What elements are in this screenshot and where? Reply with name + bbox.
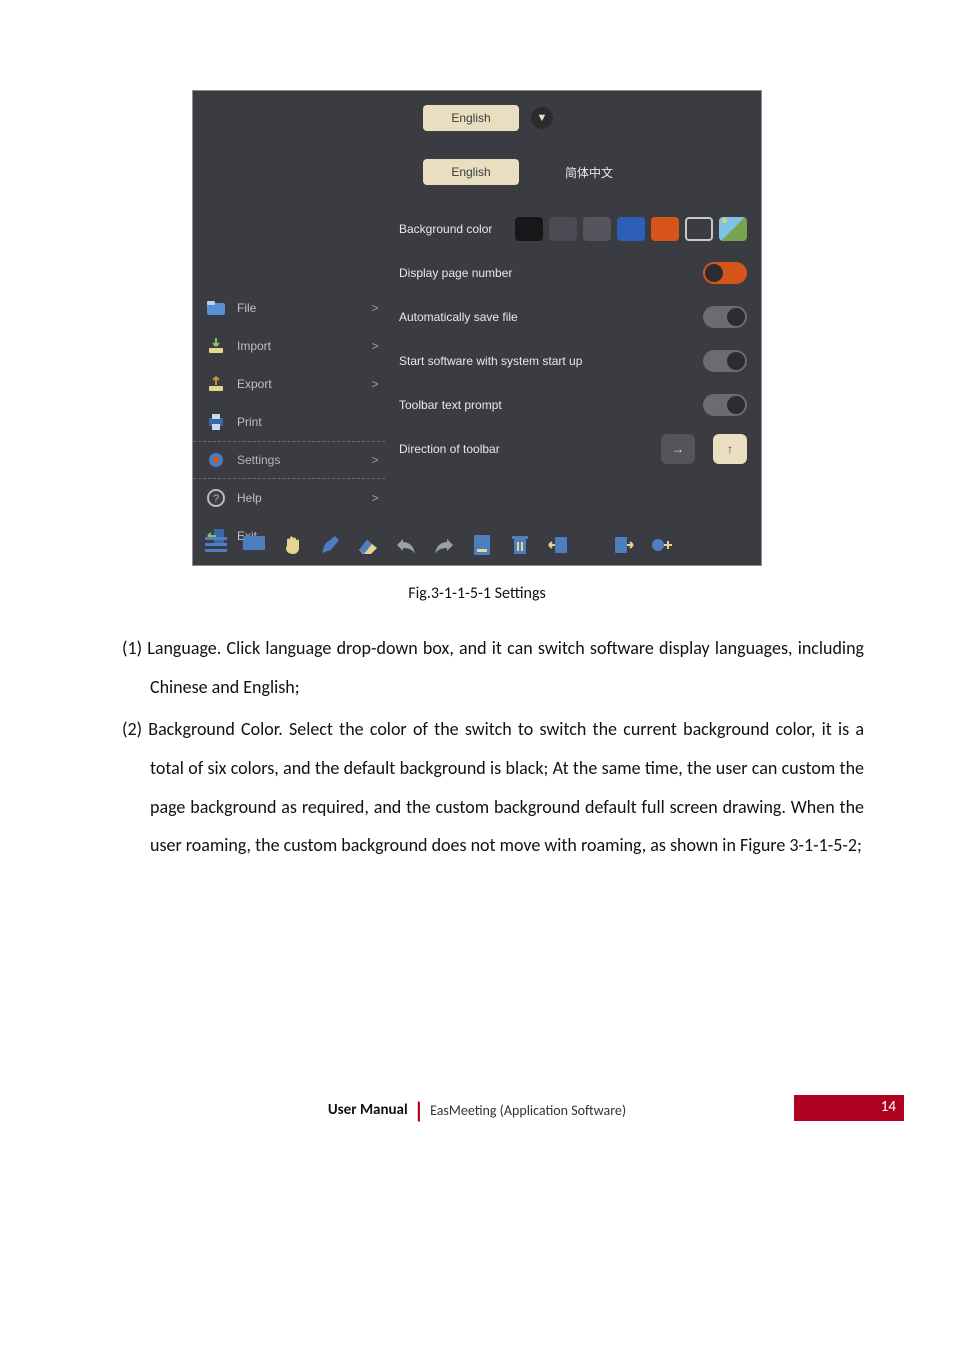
bg-swatch-custom[interactable] xyxy=(719,217,747,241)
bg-swatch-5[interactable] xyxy=(651,217,679,241)
label-toolbar-text-prompt: Toolbar text prompt xyxy=(399,398,502,412)
toolbar-direction-up[interactable]: ↑ xyxy=(713,434,747,464)
label-display-page-number: Display page number xyxy=(399,266,512,280)
file-icon xyxy=(205,297,227,319)
bg-swatches xyxy=(515,217,747,241)
next-page-icon[interactable] xyxy=(611,532,637,558)
desktop-icon[interactable] xyxy=(241,532,267,558)
language-tab-chinese[interactable]: 简体中文 xyxy=(541,159,637,185)
sidebar-item-label: Print xyxy=(237,415,355,429)
label-direction-toolbar: Direction of toolbar xyxy=(399,442,500,456)
language-tab-english[interactable]: English xyxy=(423,159,519,185)
chevron-right-icon: > xyxy=(365,377,385,391)
bg-swatch-1[interactable] xyxy=(515,217,543,241)
sidebar-item-label: Help xyxy=(237,491,355,505)
sidebar-item-label: Settings xyxy=(237,453,355,467)
chevron-right-icon: > xyxy=(365,453,385,467)
sidebar-item-file[interactable]: File > xyxy=(193,289,385,327)
add-page-icon[interactable] xyxy=(649,532,675,558)
bg-swatch-2[interactable] xyxy=(549,217,577,241)
hand-icon[interactable] xyxy=(279,532,305,558)
pen-icon[interactable] xyxy=(317,532,343,558)
sidebar-item-label: Export xyxy=(237,377,355,391)
sidebar: File > Import > Export > Print xyxy=(193,91,385,565)
chevron-right-icon: > xyxy=(365,301,385,315)
toolbar-direction-right[interactable]: → xyxy=(661,434,695,464)
gear-icon xyxy=(205,449,227,471)
page-footer: User Manual | EasMeeting (Application So… xyxy=(90,1095,864,1125)
sidebar-item-export[interactable]: Export > xyxy=(193,365,385,403)
setting-toolbar-text-prompt: Toolbar text prompt xyxy=(399,383,747,427)
label-auto-save: Automatically save file xyxy=(399,310,518,324)
paragraph-2: (2) Background Color. Select the color o… xyxy=(90,710,864,865)
setting-auto-save: Automatically save file xyxy=(399,295,747,339)
setting-background-color: Background color xyxy=(399,207,747,251)
svg-text:?: ? xyxy=(213,493,219,505)
footer-page-number: 14 xyxy=(881,1098,896,1116)
footer-divider: | xyxy=(414,1097,424,1124)
label-start-with-system: Start software with system start up xyxy=(399,354,582,368)
paragraph-1: (1) Language. Click language drop-down b… xyxy=(90,629,864,706)
import-icon xyxy=(205,335,227,357)
bg-swatch-4[interactable] xyxy=(617,217,645,241)
page-icon[interactable] xyxy=(469,532,495,558)
chevron-down-icon[interactable]: ▼ xyxy=(531,107,553,129)
label-background-color: Background color xyxy=(399,222,492,236)
bg-swatch-outline[interactable] xyxy=(685,217,713,241)
prev-page-icon[interactable] xyxy=(545,532,571,558)
chevron-right-icon: > xyxy=(365,491,385,505)
bg-swatch-3[interactable] xyxy=(583,217,611,241)
setting-display-page-number: Display page number xyxy=(399,251,747,295)
eraser-icon[interactable] xyxy=(355,532,381,558)
sidebar-item-label: Import xyxy=(237,339,355,353)
redo-icon[interactable] xyxy=(431,532,457,558)
figure-caption: Fig.3-1-1-5-1 Settings xyxy=(90,584,864,603)
trash-icon[interactable] xyxy=(507,532,533,558)
setting-start-with-system: Start software with system start up xyxy=(399,339,747,383)
sidebar-item-print[interactable]: Print xyxy=(193,403,385,441)
settings-screenshot: English ▼ English 简体中文 Background color xyxy=(192,90,762,566)
language-dropdown-selected: English xyxy=(451,111,490,125)
footer-app-name: EasMeeting (Application Software) xyxy=(430,1102,626,1119)
chevron-right-icon: > xyxy=(365,339,385,353)
sidebar-item-import[interactable]: Import > xyxy=(193,327,385,365)
menu-icon[interactable] xyxy=(203,532,229,558)
toggle-auto-save[interactable] xyxy=(703,306,747,328)
undo-icon[interactable] xyxy=(393,532,419,558)
setting-direction-toolbar: Direction of toolbar → ↑ xyxy=(399,427,747,471)
toggle-start-with-system[interactable] xyxy=(703,350,747,372)
sidebar-item-settings[interactable]: Settings > xyxy=(193,441,385,479)
help-icon: ? xyxy=(205,487,227,509)
toggle-toolbar-text-prompt[interactable] xyxy=(703,394,747,416)
sidebar-item-label: File xyxy=(237,301,355,315)
footer-user-manual: User Manual xyxy=(328,1101,408,1119)
export-icon xyxy=(205,373,227,395)
language-dropdown[interactable]: English ▼ xyxy=(423,105,519,131)
toggle-display-page-number[interactable] xyxy=(703,262,747,284)
bottom-toolbar xyxy=(193,525,761,565)
settings-panel: English ▼ English 简体中文 Background color xyxy=(385,91,761,471)
sidebar-item-help[interactable]: ? Help > xyxy=(193,479,385,517)
print-icon xyxy=(205,411,227,433)
language-tabs: English 简体中文 xyxy=(423,159,747,185)
